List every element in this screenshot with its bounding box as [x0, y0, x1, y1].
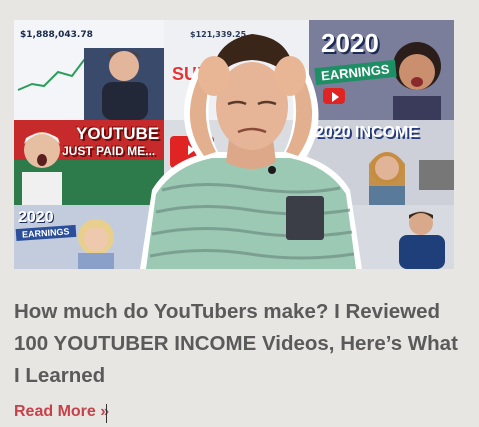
post-thumbnail[interactable]: $1,888,043.78 $121,339.25 SURF 2020 EARN…	[14, 20, 454, 269]
chart-amount: $1,888,043.78	[20, 30, 93, 40]
post-card: $1,888,043.78 $121,339.25 SURF 2020 EARN…	[0, 0, 479, 427]
presenter-graphic	[140, 34, 362, 269]
text-cursor	[106, 404, 107, 423]
read-more-link[interactable]: Read More »	[14, 401, 109, 423]
tile-bottom-left-year: 2020	[18, 209, 54, 226]
post-title[interactable]: How much do YouTubers make? I Reviewed 1…	[14, 296, 464, 392]
